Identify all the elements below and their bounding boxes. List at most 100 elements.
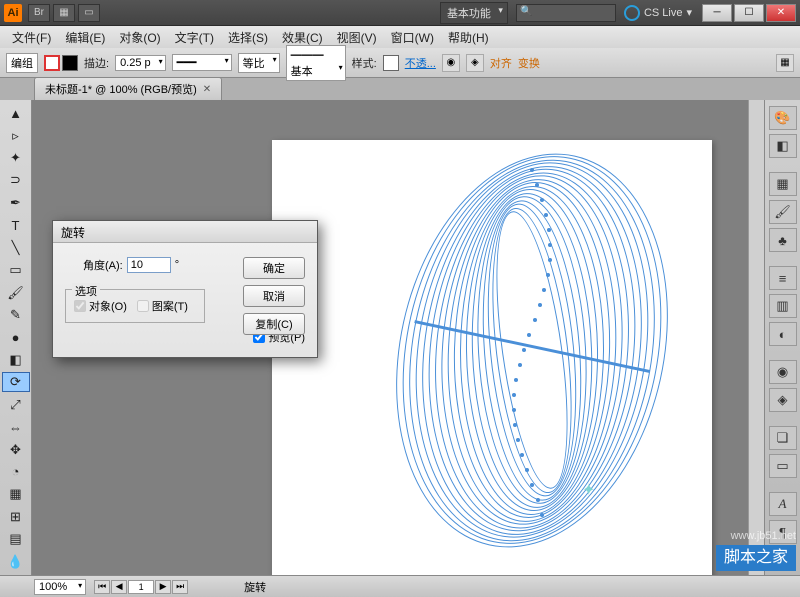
bridge-button[interactable]: Br <box>28 4 50 22</box>
workspace-selector[interactable]: 基本功能 <box>440 2 508 24</box>
title-bar: Ai Br ▦ ▭ 基本功能 CS Live ▾ ─ ☐ ✕ <box>0 0 800 26</box>
document-tab-bar: 未标题-1* @ 100% (RGB/预览) ✕ <box>0 78 800 100</box>
first-artboard-button[interactable]: ⏮ <box>94 580 110 594</box>
menu-bar: 文件(F) 编辑(E) 对象(O) 文字(T) 选择(S) 效果(C) 视图(V… <box>0 26 800 48</box>
stroke-swatch[interactable] <box>62 55 78 71</box>
swatches-panel-icon[interactable]: ▦ <box>769 172 797 196</box>
perspective-tool[interactable]: ▦ <box>2 484 30 504</box>
vertical-scrollbar[interactable] <box>748 100 764 575</box>
type-tool[interactable]: T <box>2 215 30 235</box>
menu-edit[interactable]: 编辑(E) <box>59 27 111 48</box>
character-panel-icon[interactable]: A <box>769 492 797 516</box>
options-bar: 编组 描边: 0.25 p ━━━ 等比 ━━━ 基本 样式: 不透... ◉ … <box>0 48 800 78</box>
symbols-panel-icon[interactable]: ♣ <box>769 228 797 252</box>
status-bar: 100% ⏮ ◀ 1 ▶ ⏭ 旋转 <box>0 575 800 597</box>
stroke-scale[interactable]: 等比 <box>238 53 280 73</box>
angle-label: 角度(A): <box>83 257 123 273</box>
mesh-tool[interactable]: ⊞ <box>2 507 30 527</box>
transform-link[interactable]: 变换 <box>518 55 540 71</box>
search-input[interactable] <box>516 4 616 22</box>
options-legend: 选项 <box>72 283 100 299</box>
blob-brush-tool[interactable]: ● <box>2 327 30 347</box>
align-link[interactable]: 对齐 <box>490 55 512 71</box>
degree-symbol: ° <box>175 259 179 271</box>
prev-artboard-button[interactable]: ◀ <box>111 580 127 594</box>
color-guide-icon[interactable]: ◧ <box>769 134 797 158</box>
gradient-tool[interactable]: ▤ <box>2 529 30 549</box>
artboard-number[interactable]: 1 <box>128 580 154 594</box>
watermark: www.jb51.net 脚本之家 <box>716 529 796 571</box>
stroke-weight-input[interactable]: 0.25 p <box>115 55 166 71</box>
patterns-checkbox[interactable]: 图案(T) <box>137 298 188 314</box>
graphic-style[interactable] <box>383 55 399 71</box>
cancel-button[interactable]: 取消 <box>243 285 305 307</box>
fill-swatch[interactable] <box>44 55 60 71</box>
recolor-icon[interactable]: ◉ <box>442 54 460 72</box>
magic-wand-tool[interactable]: ✦ <box>2 148 30 168</box>
options-menu-icon[interactable]: ▦ <box>776 54 794 72</box>
selection-tool[interactable]: ▲ <box>2 103 30 123</box>
minimize-button[interactable]: ─ <box>702 4 732 22</box>
artboard: ✦ <box>272 140 712 575</box>
menu-window[interactable]: 窗口(W) <box>385 27 440 48</box>
artboard-nav: ⏮ ◀ 1 ▶ ⏭ <box>94 580 188 594</box>
variable-width-profile[interactable]: ━━━ <box>172 54 232 71</box>
cs-live-button[interactable]: CS Live ▾ <box>624 5 692 21</box>
rotate-tool[interactable]: ⟳ <box>2 372 30 392</box>
selection-type[interactable]: 编组 <box>6 53 38 73</box>
maximize-button[interactable]: ☐ <box>734 4 764 22</box>
free-transform-tool[interactable]: ✥ <box>2 439 30 459</box>
objects-checkbox[interactable]: 对象(O) <box>74 298 127 314</box>
stroke-panel-icon[interactable]: ≡ <box>769 266 797 290</box>
screen-mode-button[interactable]: ▭ <box>78 4 100 22</box>
panel-dock: 🎨 ◧ ▦ 🖌 ♣ ≡ ▥ ◐ ◉ ◈ ❏ ▭ A ¶ <box>764 100 800 575</box>
eyedropper-tool[interactable]: 💧 <box>2 551 30 571</box>
style-label: 样式: <box>352 55 377 71</box>
rectangle-tool[interactable]: ▭ <box>2 260 30 280</box>
menu-type[interactable]: 文字(T) <box>169 27 220 48</box>
anchor-indicator: ✦ <box>582 480 595 500</box>
isolate-icon[interactable]: ◈ <box>466 54 484 72</box>
pen-tool[interactable]: ✒ <box>2 193 30 213</box>
eraser-tool[interactable]: ◧ <box>2 350 30 370</box>
opacity-link[interactable]: 不透... <box>405 55 436 71</box>
dialog-title[interactable]: 旋转 <box>53 221 317 243</box>
document-tab[interactable]: 未标题-1* @ 100% (RGB/预览) ✕ <box>34 77 222 100</box>
menu-help[interactable]: 帮助(H) <box>442 27 495 48</box>
next-artboard-button[interactable]: ▶ <box>155 580 171 594</box>
lasso-tool[interactable]: ⊃ <box>2 170 30 190</box>
graphic-styles-icon[interactable]: ◈ <box>769 388 797 412</box>
scale-tool[interactable]: ⤢ <box>2 394 30 414</box>
copy-button[interactable]: 复制(C) <box>243 313 305 335</box>
arrange-docs-button[interactable]: ▦ <box>53 4 75 22</box>
brush-definition[interactable]: ━━━ 基本 <box>286 45 346 81</box>
zoom-selector[interactable]: 100% <box>34 579 86 595</box>
paintbrush-tool[interactable]: 🖌 <box>2 282 30 302</box>
menu-select[interactable]: 选择(S) <box>222 27 274 48</box>
last-artboard-button[interactable]: ⏭ <box>172 580 188 594</box>
toolbox: ▲ ▹ ✦ ⊃ ✒ T ╲ ▭ 🖌 ✎ ● ◧ ⟳ ⤢ ⇔ ✥ ◔ ▦ ⊞ ▤ … <box>0 100 32 575</box>
direct-selection-tool[interactable]: ▹ <box>2 125 30 145</box>
close-tab-icon[interactable]: ✕ <box>203 84 211 95</box>
color-panel-icon[interactable]: 🎨 <box>769 106 797 130</box>
pencil-tool[interactable]: ✎ <box>2 305 30 325</box>
current-tool-label: 旋转 <box>244 579 266 595</box>
layers-panel-icon[interactable]: ❏ <box>769 426 797 450</box>
artwork-ellipses[interactable] <box>392 150 672 550</box>
app-logo: Ai <box>4 4 22 22</box>
close-button[interactable]: ✕ <box>766 4 796 22</box>
menu-file[interactable]: 文件(F) <box>6 27 57 48</box>
brushes-panel-icon[interactable]: 🖌 <box>769 200 797 224</box>
menu-object[interactable]: 对象(O) <box>113 27 166 48</box>
rotate-dialog: 旋转 确定 取消 复制(C) 角度(A): ° 选项 对象(O) 图案(T) 预… <box>52 220 318 358</box>
appearance-panel-icon[interactable]: ◉ <box>769 360 797 384</box>
artboards-panel-icon[interactable]: ▭ <box>769 454 797 478</box>
stroke-label: 描边: <box>84 55 109 71</box>
line-tool[interactable]: ╲ <box>2 238 30 258</box>
gradient-panel-icon[interactable]: ▥ <box>769 294 797 318</box>
transparency-panel-icon[interactable]: ◐ <box>769 322 797 346</box>
angle-input[interactable] <box>127 257 171 273</box>
ok-button[interactable]: 确定 <box>243 257 305 279</box>
width-tool[interactable]: ⇔ <box>2 417 30 437</box>
shape-builder-tool[interactable]: ◔ <box>2 462 30 482</box>
